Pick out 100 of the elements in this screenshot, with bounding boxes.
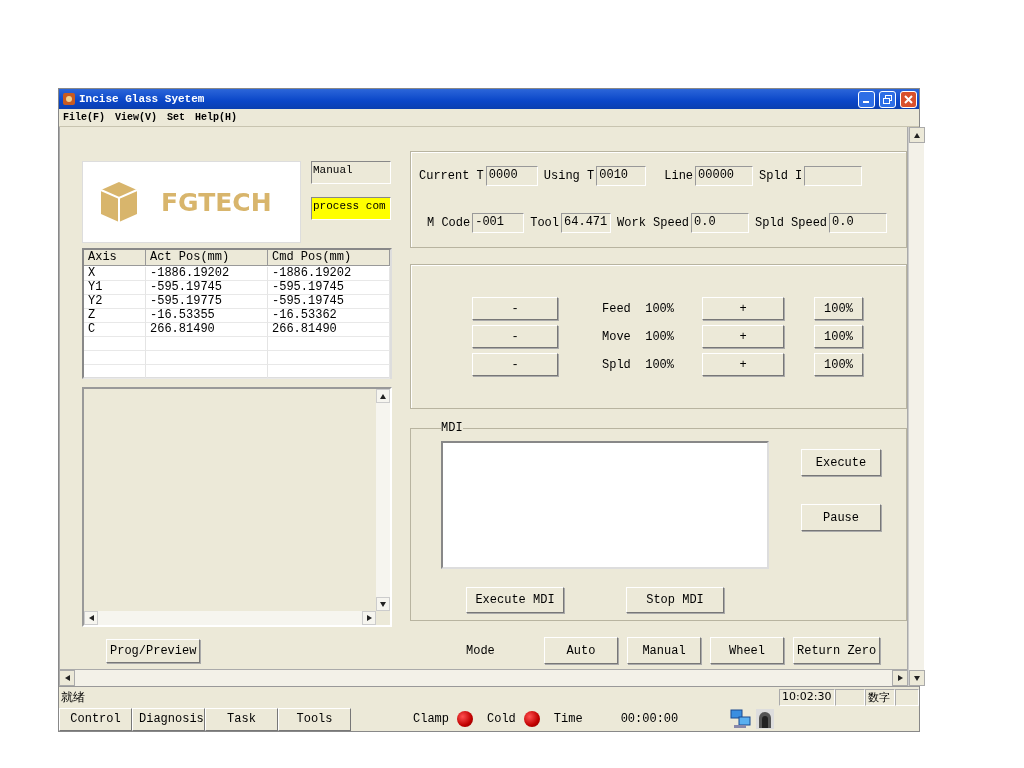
table-cell: -1886.19202 bbox=[146, 267, 268, 281]
horizontal-scrollbar[interactable] bbox=[59, 670, 908, 686]
archway-icon[interactable] bbox=[756, 709, 775, 729]
table-cell: -595.19745 bbox=[268, 295, 390, 309]
tab[interactable]: Control bbox=[59, 707, 132, 731]
readout-field: 0.0 bbox=[829, 213, 888, 234]
mdi-button[interactable]: Execute MDI bbox=[466, 587, 564, 613]
close-button[interactable] bbox=[900, 90, 917, 108]
mode-button[interactable]: Wheel bbox=[710, 637, 784, 664]
table-cell: -595.19745 bbox=[268, 281, 390, 295]
timer-label: Time bbox=[553, 712, 583, 726]
reset-button[interactable]: 100% bbox=[814, 325, 863, 348]
scroll-up-icon[interactable] bbox=[379, 392, 387, 400]
table-cell: C bbox=[84, 323, 146, 337]
scroll-left-icon[interactable] bbox=[87, 614, 95, 622]
scroll-down-icon[interactable] bbox=[379, 600, 387, 608]
lamp-label: Cold bbox=[487, 712, 516, 726]
close-icon bbox=[904, 94, 913, 104]
restore-icon bbox=[883, 94, 892, 104]
field-label: Spld Speed bbox=[754, 216, 829, 231]
restore-button[interactable] bbox=[879, 90, 896, 108]
empty-cell bbox=[84, 351, 146, 365]
override-label: Feed 100% bbox=[601, 301, 675, 316]
table-cell: Y1 bbox=[84, 281, 146, 295]
field-label: Using T bbox=[542, 168, 596, 183]
column-header: Cmd Pos(mm) bbox=[268, 250, 390, 266]
table-cell: -1886.19202 bbox=[268, 267, 390, 281]
increase-button[interactable]: + bbox=[702, 353, 784, 376]
table-cell: -595.19745 bbox=[146, 281, 268, 295]
menu-item[interactable]: View(V) bbox=[115, 112, 158, 123]
mode-button[interactable]: Return Zero bbox=[793, 637, 881, 664]
mdi-input[interactable] bbox=[441, 441, 769, 569]
scroll-up-icon[interactable] bbox=[913, 131, 921, 139]
override-label: Spld 100% bbox=[601, 357, 675, 372]
increase-button[interactable]: + bbox=[702, 297, 784, 320]
empty-cell bbox=[84, 365, 146, 379]
mode-display: Manual bbox=[311, 161, 391, 184]
menu-item[interactable]: Set bbox=[167, 112, 186, 123]
horizontal-scrollbar[interactable] bbox=[84, 611, 376, 625]
decrease-button[interactable]: - bbox=[472, 325, 558, 348]
readout-field: 0.0 bbox=[691, 213, 750, 234]
readout-field: 0010 bbox=[596, 165, 647, 186]
table-cell: Y2 bbox=[84, 295, 146, 309]
status-pane bbox=[835, 688, 865, 706]
mode-button[interactable]: Manual bbox=[627, 637, 701, 664]
scroll-left-icon[interactable] bbox=[63, 674, 71, 682]
column-header: Axis bbox=[84, 250, 146, 266]
decrease-button[interactable]: - bbox=[472, 297, 558, 320]
logo-text: FGTECH bbox=[161, 187, 272, 217]
readout-field: 00000 bbox=[695, 165, 754, 186]
field-label: Work Speed bbox=[616, 216, 691, 231]
status-pane bbox=[895, 688, 919, 706]
mdi-button[interactable]: Stop MDI bbox=[626, 587, 724, 613]
menu-item[interactable]: File(F) bbox=[63, 112, 105, 123]
table-cell: 266.81490 bbox=[268, 323, 390, 337]
scroll-right-icon[interactable] bbox=[896, 674, 904, 682]
decrease-button[interactable]: - bbox=[472, 353, 558, 376]
field-label: Tool bbox=[529, 216, 561, 231]
tab[interactable]: Task bbox=[205, 707, 278, 731]
tab[interactable]: Tools bbox=[278, 707, 351, 731]
mdi-button[interactable]: Pause bbox=[801, 504, 881, 531]
table-cell: Z bbox=[84, 309, 146, 323]
mode-label: Mode bbox=[465, 643, 496, 658]
input-mode-indicator: 数字 bbox=[865, 688, 895, 706]
field-label: M Code bbox=[426, 216, 472, 231]
vertical-scrollbar[interactable] bbox=[376, 389, 390, 611]
group-title: MDI bbox=[441, 421, 463, 435]
reset-button[interactable]: 100% bbox=[814, 297, 863, 320]
field-label: Line bbox=[663, 168, 695, 183]
table-cell: X bbox=[84, 267, 146, 281]
window-title: Incise Glass Syetem bbox=[79, 93, 206, 105]
increase-button[interactable]: + bbox=[702, 325, 784, 348]
app-icon bbox=[63, 93, 75, 105]
override-label: Move 100% bbox=[601, 329, 675, 344]
tab[interactable]: Diagnosis bbox=[132, 707, 205, 731]
column-header: Act Pos(mm) bbox=[146, 250, 268, 266]
readout-field: 0000 bbox=[485, 165, 538, 186]
field-label: Current T bbox=[419, 168, 485, 183]
mode-button[interactable]: Auto bbox=[544, 637, 618, 664]
readout-field: -001 bbox=[472, 213, 525, 234]
readout-field bbox=[804, 165, 863, 186]
field-label: Spld I bbox=[758, 168, 804, 183]
table-cell: -16.53355 bbox=[146, 309, 268, 323]
menu-item[interactable]: Help(H) bbox=[195, 112, 238, 123]
prog-preview-button[interactable]: Prog/Preview bbox=[106, 639, 201, 663]
scroll-right-icon[interactable] bbox=[365, 614, 373, 622]
process-display: process com bbox=[311, 197, 391, 220]
mdi-button[interactable]: Execute bbox=[801, 449, 881, 476]
vertical-scrollbar[interactable] bbox=[908, 127, 924, 686]
status-message: 就绪 bbox=[61, 688, 86, 706]
table-cell: -595.19775 bbox=[146, 295, 268, 309]
scroll-down-icon[interactable] bbox=[913, 674, 921, 682]
network-computers-icon[interactable] bbox=[730, 709, 753, 729]
status-time: 10:02:30 bbox=[779, 688, 835, 706]
empty-cell bbox=[84, 337, 146, 351]
table-cell: -16.53362 bbox=[268, 309, 390, 323]
minimize-button[interactable] bbox=[858, 90, 875, 108]
reset-button[interactable]: 100% bbox=[814, 353, 863, 376]
lamp-label: Clamp bbox=[413, 712, 449, 726]
table-cell: 266.81490 bbox=[146, 323, 268, 337]
